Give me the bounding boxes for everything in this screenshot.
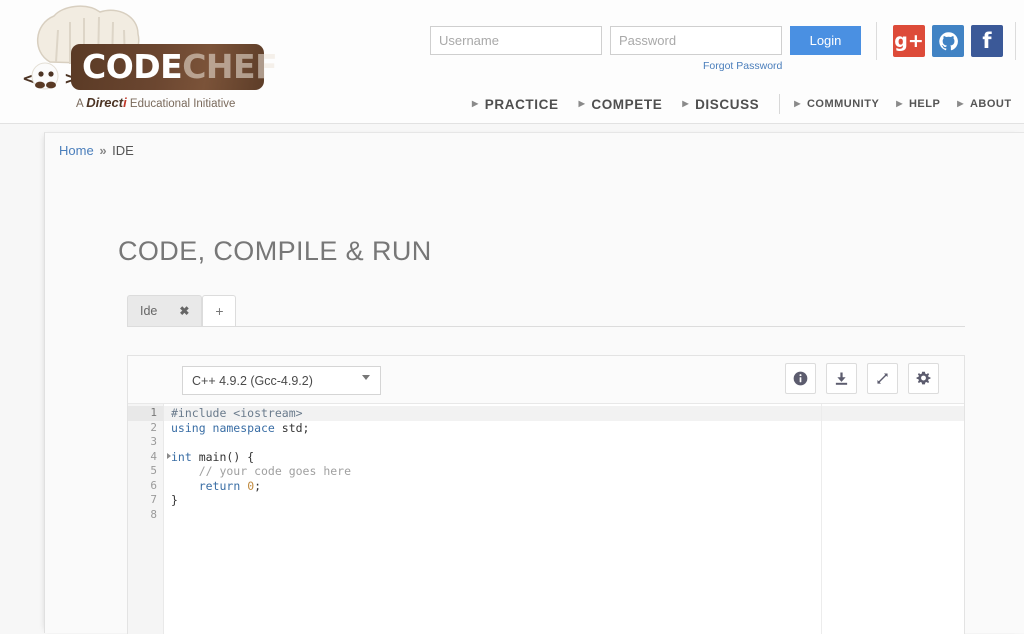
- nav-item-practice[interactable]: ▶ PRACTICE: [472, 97, 559, 112]
- nav-item-about[interactable]: ▶ ABOUT: [957, 98, 1011, 110]
- code-token: // your code goes here: [171, 464, 352, 478]
- password-input[interactable]: [610, 26, 782, 55]
- google-plus-icon[interactable]: g+: [893, 25, 925, 57]
- line-number: 8: [150, 507, 157, 521]
- info-icon[interactable]: [785, 363, 816, 394]
- nav-separator: [779, 94, 781, 114]
- line-number: 5: [150, 464, 157, 477]
- code-token: using namespace: [171, 420, 282, 435]
- editor-tool-buttons: [785, 363, 939, 394]
- editor-toolbar: C++ 4.9.2 (Gcc-4.9.2): [128, 356, 964, 404]
- line-number: 7: [150, 493, 157, 506]
- tab-ide[interactable]: Ide ✖: [127, 295, 203, 326]
- fullscreen-icon[interactable]: [867, 363, 898, 394]
- nav-item-compete[interactable]: ▶ COMPETE: [579, 97, 663, 112]
- nav-label-practice: PRACTICE: [484, 96, 559, 112]
- close-icon[interactable]: ✖: [179, 304, 189, 318]
- header-divider: [876, 22, 877, 60]
- chevron-right-icon: ▶: [896, 99, 903, 108]
- line-number: 6: [150, 478, 157, 492]
- breadcrumb-separator: »: [99, 143, 107, 158]
- editor-tab-bar: Ide ✖ +: [127, 295, 965, 327]
- chevron-right-icon: ▶: [957, 99, 964, 108]
- forgot-password-link[interactable]: Forgot Password: [703, 60, 782, 72]
- chevron-right-icon: ▶: [682, 99, 690, 108]
- add-tab-button[interactable]: +: [202, 295, 237, 326]
- code-token: main() {: [191, 449, 255, 464]
- language-select[interactable]: C++ 4.9.2 (Gcc-4.9.2): [182, 366, 381, 395]
- code-line: }: [164, 493, 964, 508]
- editor-gutter: 1 2 3 4 5 6 7 8: [128, 404, 171, 634]
- github-mark-icon: [938, 31, 958, 50]
- nav-item-community[interactable]: ▶ COMMUNITY: [794, 98, 879, 110]
- ide-panel: C++ 4.9.2 (Gcc-4.9.2) 1 2 3 4 5 6 7 8 #i…: [127, 355, 965, 634]
- line-number: 1: [128, 406, 163, 421]
- logo-wordmark: CODECHEF: [82, 47, 278, 86]
- nav-item-help[interactable]: ▶ HELP: [896, 98, 940, 110]
- code-lines[interactable]: #include <iostream> using namespace std;…: [164, 404, 964, 634]
- code-token: ;: [254, 478, 262, 493]
- line-number-text: 4: [150, 449, 157, 463]
- site-header: < > CODECHEF A Directi Educational Initi…: [0, 0, 1024, 124]
- tab-label-ide: Ide: [140, 304, 158, 318]
- breadcrumb-current: IDE: [112, 143, 134, 158]
- nav-label-community: COMMUNITY: [806, 98, 880, 110]
- header-divider-right: [1015, 22, 1016, 60]
- nav-label-about: ABOUT: [969, 98, 1012, 110]
- code-token: #include <iostream>: [171, 406, 303, 420]
- settings-gear-icon[interactable]: [908, 363, 939, 394]
- plus-icon: +: [215, 303, 224, 319]
- info-glyph-icon: [793, 371, 808, 386]
- expand-arrows-glyph-icon: [877, 373, 888, 384]
- code-token: int: [171, 449, 192, 464]
- login-button[interactable]: Login: [790, 26, 861, 55]
- chevron-right-icon: ▶: [578, 99, 586, 108]
- page-container: Home » IDE CODE, COMPILE & RUN Ide ✖ + C…: [44, 132, 1024, 634]
- nav-label-discuss: DISCUSS: [695, 96, 760, 112]
- nav-label-compete: COMPETE: [591, 96, 663, 112]
- line-number: 3: [150, 435, 157, 448]
- chevron-right-icon: ▶: [472, 99, 479, 108]
- facebook-icon[interactable]: f: [971, 25, 1003, 57]
- chevron-right-icon: ▶: [794, 99, 801, 108]
- line-number: 4: [128, 449, 171, 465]
- code-token: return: [198, 478, 241, 493]
- logo-word-chef: CHEF: [182, 47, 278, 86]
- main-navigation: ▶ PRACTICE ▶ COMPETE ▶ DISCUSS ▶ COMMUNI…: [0, 94, 1024, 120]
- code-line: // your code goes here: [164, 464, 964, 479]
- code-line: int main() {: [164, 450, 964, 465]
- line-number: 2: [150, 420, 157, 434]
- code-line: return 0;: [164, 479, 964, 494]
- nav-label-help: HELP: [908, 98, 941, 110]
- nav-item-discuss[interactable]: ▶ DISCUSS: [682, 97, 759, 112]
- code-token: }: [171, 493, 178, 507]
- facebook-glyph: f: [982, 29, 992, 53]
- github-icon[interactable]: [932, 25, 964, 57]
- breadcrumb-home-link[interactable]: Home: [59, 143, 94, 158]
- username-input[interactable]: [430, 26, 602, 55]
- gear-glyph-icon: [916, 371, 931, 385]
- download-icon[interactable]: [826, 363, 857, 394]
- breadcrumb: Home » IDE: [59, 143, 134, 158]
- download-glyph-icon: [835, 372, 848, 385]
- code-line: #include <iostream>: [164, 406, 964, 421]
- code-editor[interactable]: 1 2 3 4 5 6 7 8 #include <iostream> usin…: [128, 404, 964, 634]
- login-form: Login: [430, 26, 861, 55]
- google-plus-glyph: g+: [894, 30, 924, 52]
- code-line: using namespace std;: [164, 421, 964, 436]
- page-title: CODE, COMPILE & RUN: [118, 236, 432, 266]
- social-buttons: g+ f: [893, 25, 1003, 57]
- print-margin-line: [821, 404, 822, 634]
- code-token: std;: [281, 420, 310, 435]
- logo-word-code: CODE: [82, 47, 183, 86]
